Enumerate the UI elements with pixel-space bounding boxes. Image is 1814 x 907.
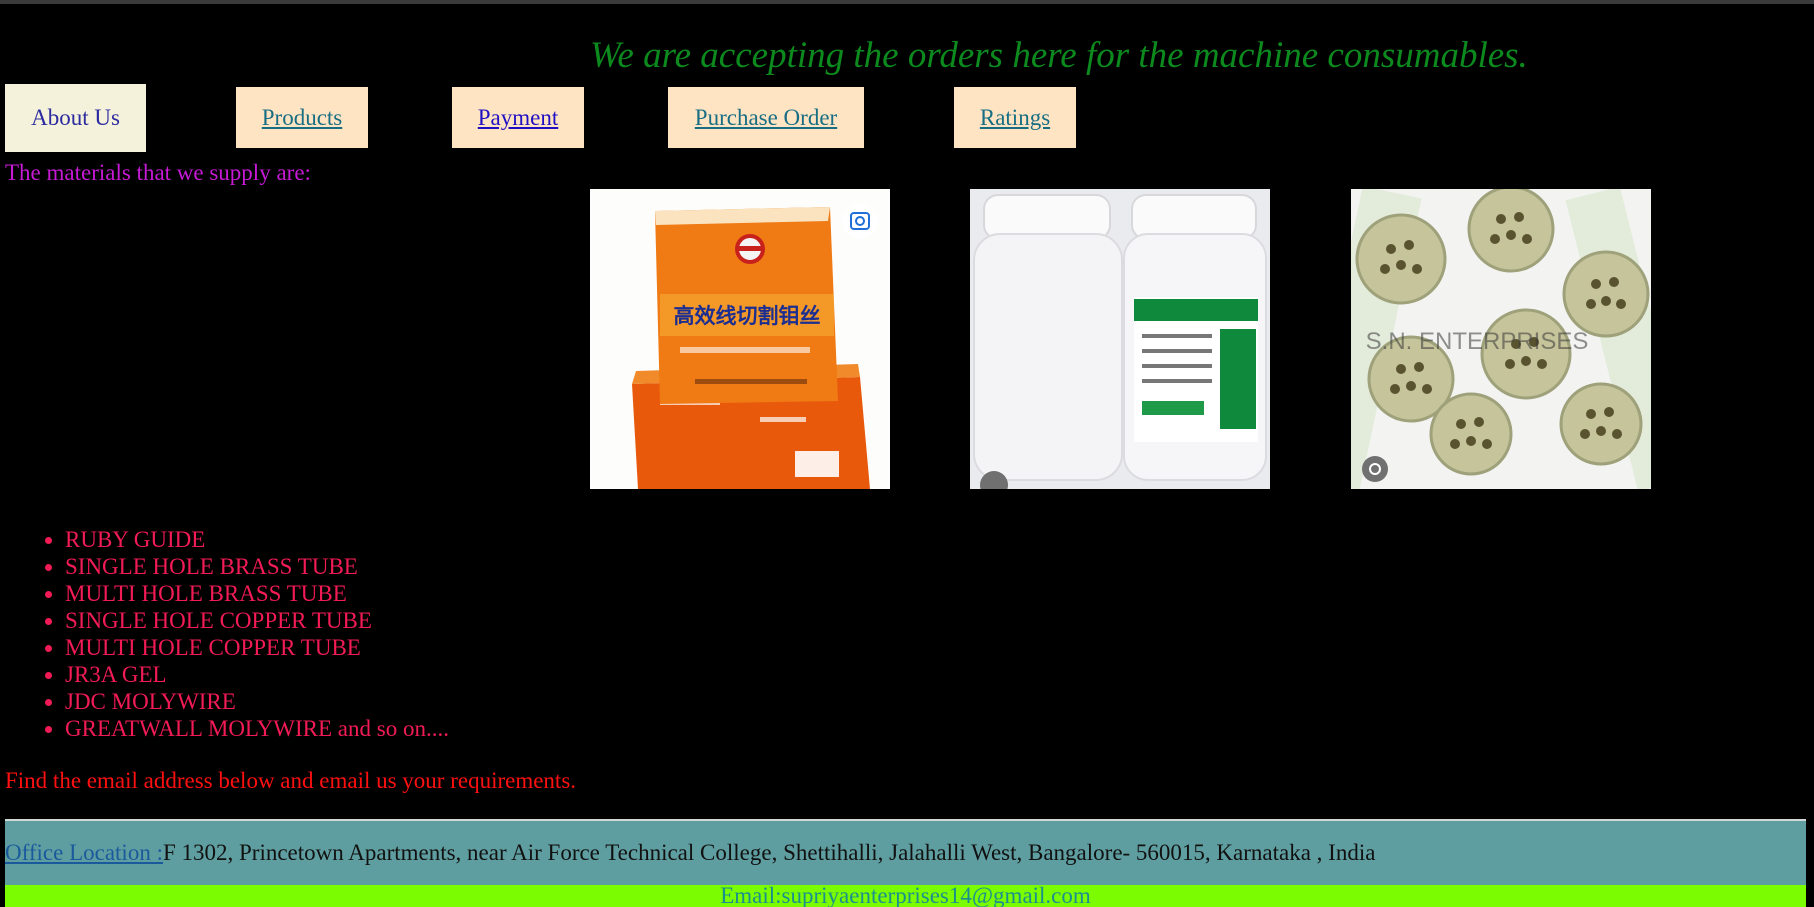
list-item: GREATWALL MOLYWIRE and so on....	[65, 715, 449, 742]
list-item: SINGLE HOLE COPPER TUBE	[65, 607, 449, 634]
list-item: JR3A GEL	[65, 661, 449, 688]
email-instruction: Find the email address below and email u…	[5, 768, 577, 793]
box-chinese-label: 高效线切割钼丝	[674, 304, 821, 328]
tab-products[interactable]: Products	[236, 87, 368, 148]
list-item: MULTI HOLE BRASS TUBE	[65, 580, 449, 607]
email-bar: Email:supriyaenterprises14@gmail.com	[5, 885, 1806, 907]
office-address: F 1302, Princetown Apartments, near Air …	[162, 840, 1376, 865]
email-address[interactable]: Email:supriyaenterprises14@gmail.com	[5, 885, 1806, 907]
list-item: JDC MOLYWIRE	[65, 688, 449, 715]
office-location-link[interactable]: Office Location :	[5, 840, 163, 866]
materials-list: RUBY GUIDE SINGLE HOLE BRASS TUBE MULTI …	[36, 526, 449, 742]
list-item: MULTI HOLE COPPER TUBE	[65, 634, 449, 661]
list-item: RUBY GUIDE	[65, 526, 449, 553]
multi-hole-tubes-image: S.N. ENTERPRISES	[1351, 189, 1651, 489]
tab-purchase-order[interactable]: Purchase Order	[668, 87, 864, 148]
tab-ratings[interactable]: Ratings	[954, 87, 1076, 148]
page-banner: We are accepting the orders here for the…	[590, 35, 1528, 76]
materials-intro: The materials that we supply are:	[5, 160, 311, 185]
image-watermark: S.N. ENTERPRISES	[1366, 328, 1589, 355]
list-item: SINGLE HOLE BRASS TUBE	[65, 553, 449, 580]
top-border	[0, 0, 1814, 4]
tab-payment[interactable]: Payment	[452, 87, 584, 148]
jr3a-gel-jars-image	[970, 189, 1270, 489]
molywire-box-image: 高效线切割钼丝	[590, 189, 890, 489]
office-location-bar: Office Location : F 1302, Princetown Apa…	[5, 819, 1806, 885]
tab-about-us[interactable]: About Us	[5, 84, 146, 152]
